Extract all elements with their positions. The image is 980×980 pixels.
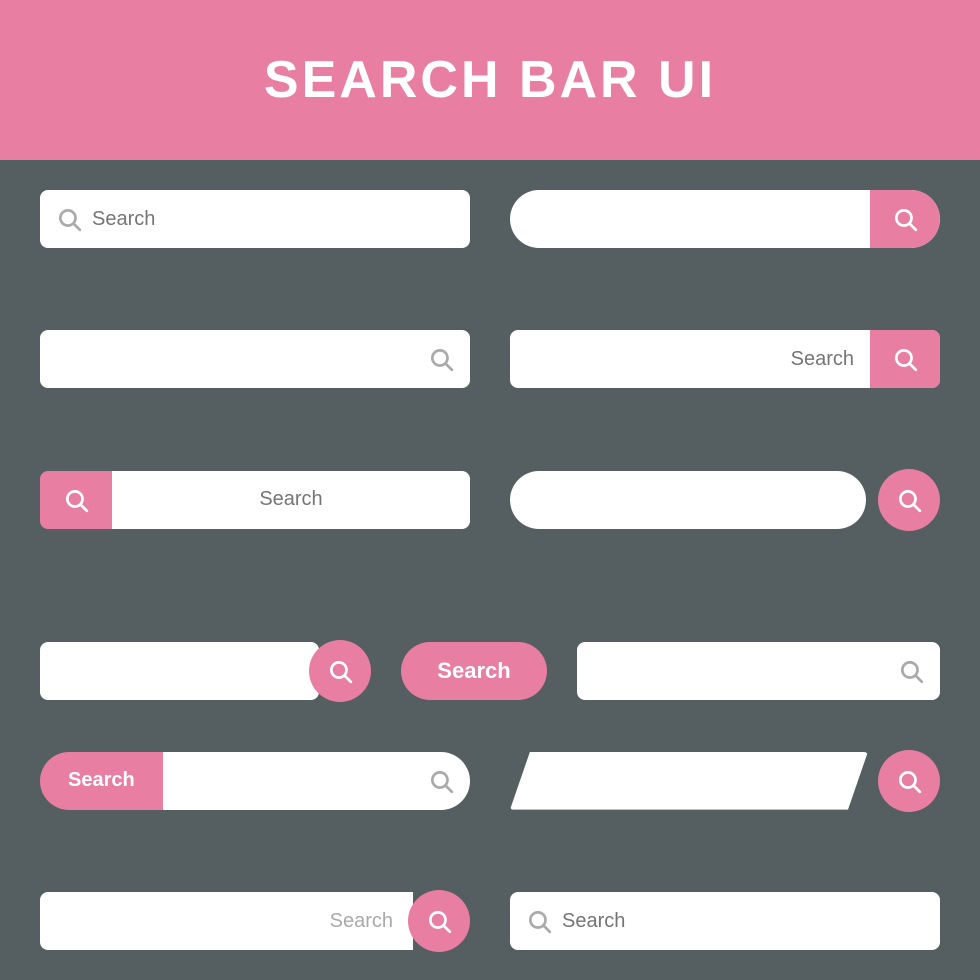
search-input-area-10[interactable] bbox=[163, 752, 470, 810]
search-icon-3 bbox=[428, 346, 454, 372]
search-input-4[interactable] bbox=[510, 348, 870, 371]
search-button-12[interactable] bbox=[408, 890, 470, 952]
search-icon-6 bbox=[896, 487, 922, 513]
search-bar-13 bbox=[510, 892, 940, 950]
search-text-12: Search bbox=[330, 910, 393, 933]
search-input-3[interactable] bbox=[56, 348, 428, 371]
header: SEARCH BAR UI bbox=[0, 0, 980, 160]
search-icon-2 bbox=[892, 206, 918, 232]
search-icon-7 bbox=[327, 658, 353, 684]
search-input-area-12[interactable]: Search bbox=[40, 892, 413, 950]
search-bar-5 bbox=[40, 471, 470, 529]
search-input-9[interactable] bbox=[593, 660, 898, 683]
search-icon-10 bbox=[428, 768, 454, 794]
search-bar-2 bbox=[510, 190, 940, 248]
search-bar-11 bbox=[510, 752, 940, 810]
page-title: SEARCH BAR UI bbox=[264, 50, 716, 110]
search-label-10: Search bbox=[40, 752, 163, 810]
search-row-4: Search bbox=[40, 611, 940, 731]
search-bar-1 bbox=[40, 190, 470, 248]
search-input-2[interactable] bbox=[530, 208, 870, 231]
main-grid: Search Search bbox=[0, 160, 980, 980]
search-input-13[interactable] bbox=[562, 910, 924, 933]
search-bar-10: Search bbox=[40, 752, 470, 810]
search-icon-9 bbox=[898, 658, 924, 684]
search-icon-5 bbox=[63, 487, 89, 513]
search-label-text-10: Search bbox=[68, 769, 135, 792]
search-button-4[interactable] bbox=[870, 330, 940, 388]
search-icon-1 bbox=[56, 206, 82, 232]
search-input-5[interactable] bbox=[128, 488, 454, 511]
search-icon-11 bbox=[896, 768, 922, 794]
search-button-6[interactable] bbox=[878, 469, 940, 531]
search-button-2[interactable] bbox=[870, 190, 940, 248]
search-bar-3 bbox=[40, 330, 470, 388]
search-input-area-11[interactable] bbox=[510, 752, 868, 810]
search-bar-7 bbox=[40, 642, 371, 700]
search-bar-12: Search bbox=[40, 892, 470, 950]
search-input-area-6[interactable] bbox=[510, 471, 866, 529]
search-icon-12 bbox=[426, 908, 452, 934]
search-input-1[interactable] bbox=[92, 208, 454, 231]
search-input-area-7[interactable] bbox=[40, 642, 319, 700]
search-icon-4 bbox=[892, 346, 918, 372]
search-button-11[interactable] bbox=[878, 750, 940, 812]
search-button-7[interactable] bbox=[309, 640, 371, 702]
search-icon-13 bbox=[526, 908, 552, 934]
search-bar-9 bbox=[577, 642, 940, 700]
search-bar-6 bbox=[510, 471, 940, 529]
search-button-label-8: Search bbox=[437, 658, 510, 684]
search-button-5[interactable] bbox=[40, 471, 112, 529]
search-bar-4 bbox=[510, 330, 940, 388]
search-pill-button[interactable]: Search bbox=[391, 642, 557, 700]
